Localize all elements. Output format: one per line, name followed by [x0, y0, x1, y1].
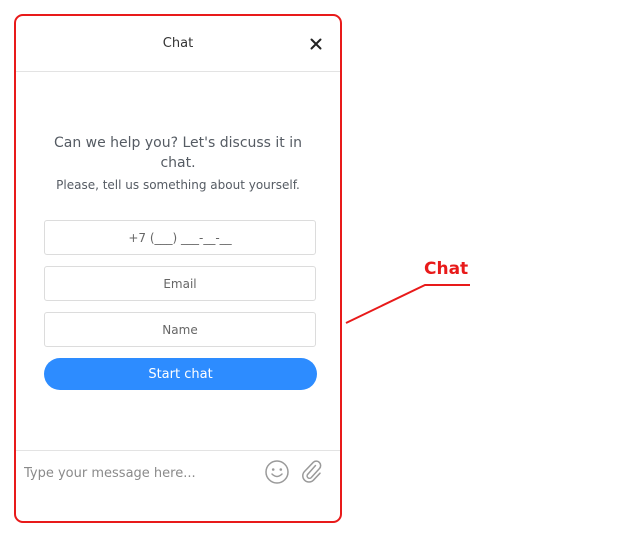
attach-button[interactable] [300, 459, 324, 485]
intro-heading: Can we help you? Let's discuss it in cha… [53, 135, 303, 171]
start-chat-button[interactable]: Start chat [44, 358, 317, 390]
message-input[interactable] [24, 461, 250, 485]
intro-subtext: Please, tell us something about yourself… [56, 178, 300, 192]
emoji-button[interactable] [264, 459, 290, 485]
email-field[interactable] [44, 266, 316, 301]
close-icon [310, 38, 322, 50]
close-button[interactable] [304, 32, 328, 56]
callout-label: Chat [424, 259, 469, 279]
stage: Chat Can we help you? Let's discuss it i… [0, 0, 640, 540]
chat-widget: Chat Can we help you? Let's discuss it i… [14, 14, 342, 523]
emoji-icon [265, 460, 289, 484]
phone-field[interactable] [44, 220, 316, 255]
paperclip-icon [302, 460, 322, 483]
message-composer [16, 450, 340, 521]
chat-header: Chat [16, 16, 340, 72]
intro-block: Can we help you? Let's discuss it in cha… [44, 133, 312, 193]
chat-title: Chat [162, 36, 194, 51]
name-field[interactable] [44, 312, 316, 347]
